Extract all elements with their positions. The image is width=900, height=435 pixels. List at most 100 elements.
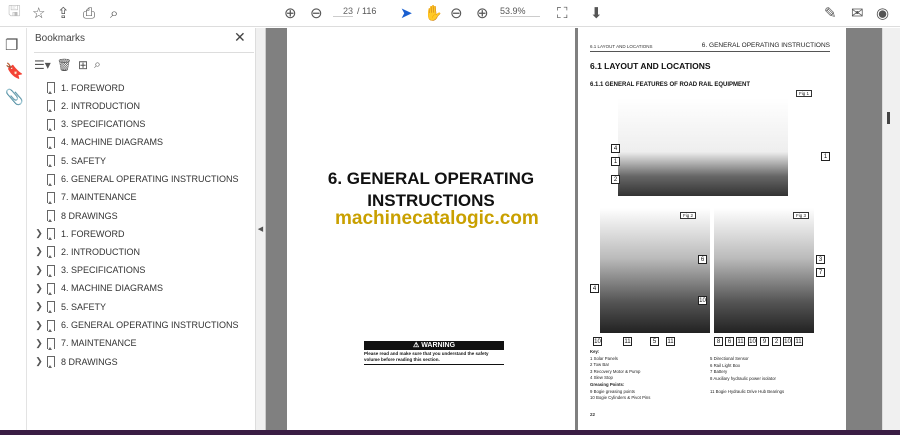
callout: 11 (794, 337, 803, 346)
bookmark-item-expandable[interactable]: ❯ 4. MACHINE DIAGRAMS (28, 280, 256, 297)
page-total: / 116 (357, 6, 377, 16)
save-icon[interactable]: 🖫 (8, 3, 21, 22)
bookmark-icon (47, 356, 55, 369)
bookmark-icon (47, 282, 55, 295)
bookmark-label: 4. MACHINE DIAGRAMS (61, 283, 164, 294)
left-rail: ❐ 🔖 📎 (0, 28, 27, 430)
bookmark-label: 2. INTRODUCTION (61, 246, 141, 257)
hand-icon[interactable]: ✋ (424, 4, 443, 22)
key-item: 11 Bogie Hydraulic Drive Hub Bearings (710, 388, 785, 394)
bookmark-item[interactable]: 4. MACHINE DIAGRAMS (28, 134, 256, 151)
bookmark-label: 7. MAINTENANCE (61, 338, 137, 349)
fig-1-label: Fig 1 (796, 90, 813, 97)
zoom-in-icon[interactable]: ⊕ (476, 4, 489, 22)
bookmark-item[interactable]: 1. FOREWORD (28, 79, 256, 96)
collapse-panel-handle[interactable]: ◀ (256, 28, 266, 430)
bookmark-item[interactable]: 6. GENERAL OPERATING INSTRUCTIONS (28, 171, 256, 188)
bookmark-item-expandable[interactable]: ❯ 5. SAFETY (28, 298, 256, 315)
bookmark-item-expandable[interactable]: ❯ 1. FOREWORD (28, 225, 256, 242)
bookmark-item-expandable[interactable]: ❯ 8 DRAWINGS (28, 353, 256, 370)
bookmark-item-expandable[interactable]: ❯ 3. SPECIFICATIONS (28, 262, 256, 279)
bookmark-label: 5. SAFETY (61, 155, 107, 166)
chevron-right-icon[interactable]: ❯ (31, 283, 47, 294)
bookmark-icon (47, 118, 55, 131)
bookmark-icon (47, 210, 55, 223)
chevron-right-icon[interactable]: ❯ (31, 265, 47, 276)
bookmarks-title: Bookmarks (35, 33, 86, 44)
warning-text: Please read and make sure that you under… (364, 350, 504, 365)
bookmark-label: 3. SPECIFICATIONS (61, 119, 146, 130)
bookmark-item[interactable]: 5. SAFETY (28, 152, 256, 169)
warning-box: ⚠ WARNING Please read and make sure that… (364, 341, 504, 365)
print-icon[interactable]: ⎙ (83, 4, 95, 22)
account-icon[interactable]: ◉ (876, 4, 889, 22)
key-item: 6 Rail Light Box (710, 362, 741, 368)
bookmark-icon (47, 319, 55, 332)
page-down-icon[interactable]: ⊖ (310, 4, 323, 22)
key-item: 8 Auxiliary hydraulic power isolator (710, 375, 776, 381)
close-icon[interactable]: ✕ (234, 29, 246, 46)
callout: 5 (650, 337, 659, 346)
figure-2-image (600, 208, 710, 333)
find-bookmark-icon[interactable]: ⌕ (94, 57, 101, 72)
bookmark-item-expandable[interactable]: ❯ 2. INTRODUCTION (28, 243, 256, 260)
key-right: 5 Directional Sensor 6 Rail Light Box 7 … (710, 356, 784, 396)
figure-3-image (714, 208, 814, 333)
delete-icon[interactable]: 🗑 (57, 58, 72, 72)
page-header: 6.1 LAYOUT AND LOCATIONS 6. GENERAL OPER… (590, 42, 830, 52)
greasing-title: Greasing Points: (590, 381, 625, 387)
page-up-icon[interactable]: ⊕ (284, 4, 297, 22)
select-cursor-icon[interactable]: ➤ (400, 4, 413, 22)
vertical-scrollbar[interactable] (882, 28, 900, 430)
bookmark-item-expandable[interactable]: ❯ 6. GENERAL OPERATING INSTRUCTIONS (28, 317, 256, 334)
document-viewer: 6. GENERAL OPERATING INSTRUCTIONS machin… (266, 28, 882, 430)
bookmark-icon (47, 173, 55, 186)
bookmark-icon (47, 301, 55, 314)
callout: 11 (736, 337, 745, 346)
chevron-right-icon[interactable]: ❯ (31, 228, 47, 239)
chevron-right-icon[interactable]: ❯ (31, 301, 47, 312)
bookmark-item[interactable]: 2. INTRODUCTION (28, 97, 256, 114)
bookmark-item[interactable]: 3. SPECIFICATIONS (28, 116, 256, 133)
subheading: 6.1.1 GENERAL FEATURES OF ROAD RAIL EQUI… (590, 82, 751, 88)
bookmark-item[interactable]: 8 DRAWINGS (28, 207, 256, 224)
callout: 4 (611, 144, 620, 153)
title-line-1: 6. GENERAL OPERATING (327, 169, 535, 188)
page-number: 22 (590, 412, 596, 417)
attachment-icon[interactable]: 📎 (5, 88, 24, 106)
pdf-page-layout: 6.1 LAYOUT AND LOCATIONS 6. GENERAL OPER… (578, 28, 846, 430)
fit-page-icon[interactable]: ⛶ (557, 4, 568, 22)
chevron-right-icon[interactable]: ❯ (31, 356, 47, 367)
fig-2-label: Fig 2 (680, 212, 697, 219)
pages-icon[interactable]: ❐ (5, 36, 18, 54)
mail-icon[interactable]: ✉ (851, 4, 864, 22)
callout: 2 (611, 175, 620, 184)
warning-title: ⚠ WARNING (364, 341, 504, 350)
bookmark-tools: ☰▾ 🗑 ⊞ ⌕ (34, 52, 254, 72)
read-mode-icon[interactable]: ⬇ (590, 4, 603, 22)
zoom-level-select[interactable]: 53.9% (500, 6, 540, 17)
bookmark-icon (47, 82, 55, 94)
bookmark-icon (47, 246, 55, 259)
sign-icon[interactable]: ✎ (824, 4, 837, 22)
options-menu-icon[interactable]: ☰▾ (34, 58, 51, 72)
callout: 10 (783, 337, 792, 346)
zoom-out-icon[interactable]: ⊖ (450, 4, 463, 22)
fig-3-label: Fig 3 (793, 212, 810, 219)
upload-icon[interactable]: ⇪ (57, 4, 70, 22)
bookmark-label: 7. MAINTENANCE (61, 192, 137, 203)
add-bookmark-icon[interactable]: ⊞ (78, 58, 88, 72)
bookmarks-panel: Bookmarks ✕ ☰▾ 🗑 ⊞ ⌕ 1. FOREWORD 2. INTRO… (28, 28, 256, 430)
scrollbar-thumb[interactable] (887, 112, 890, 124)
page-number-input[interactable]: 23 (333, 6, 353, 17)
search-icon[interactable]: ⌕ (110, 4, 118, 22)
key-item: 3 Recovery Motor & Pump (590, 368, 641, 374)
star-icon[interactable]: ☆ (32, 4, 45, 22)
header-right: 6. GENERAL OPERATING INSTRUCTIONS (701, 42, 830, 49)
chevron-right-icon[interactable]: ❯ (31, 246, 47, 257)
bookmark-panel-icon[interactable]: 🔖 (5, 62, 24, 80)
bookmark-item[interactable]: 7. MAINTENANCE (28, 189, 256, 206)
bookmark-item-expandable[interactable]: ❯ 7. MAINTENANCE (28, 335, 256, 352)
chevron-right-icon[interactable]: ❯ (31, 338, 47, 349)
chevron-right-icon[interactable]: ❯ (31, 320, 47, 331)
